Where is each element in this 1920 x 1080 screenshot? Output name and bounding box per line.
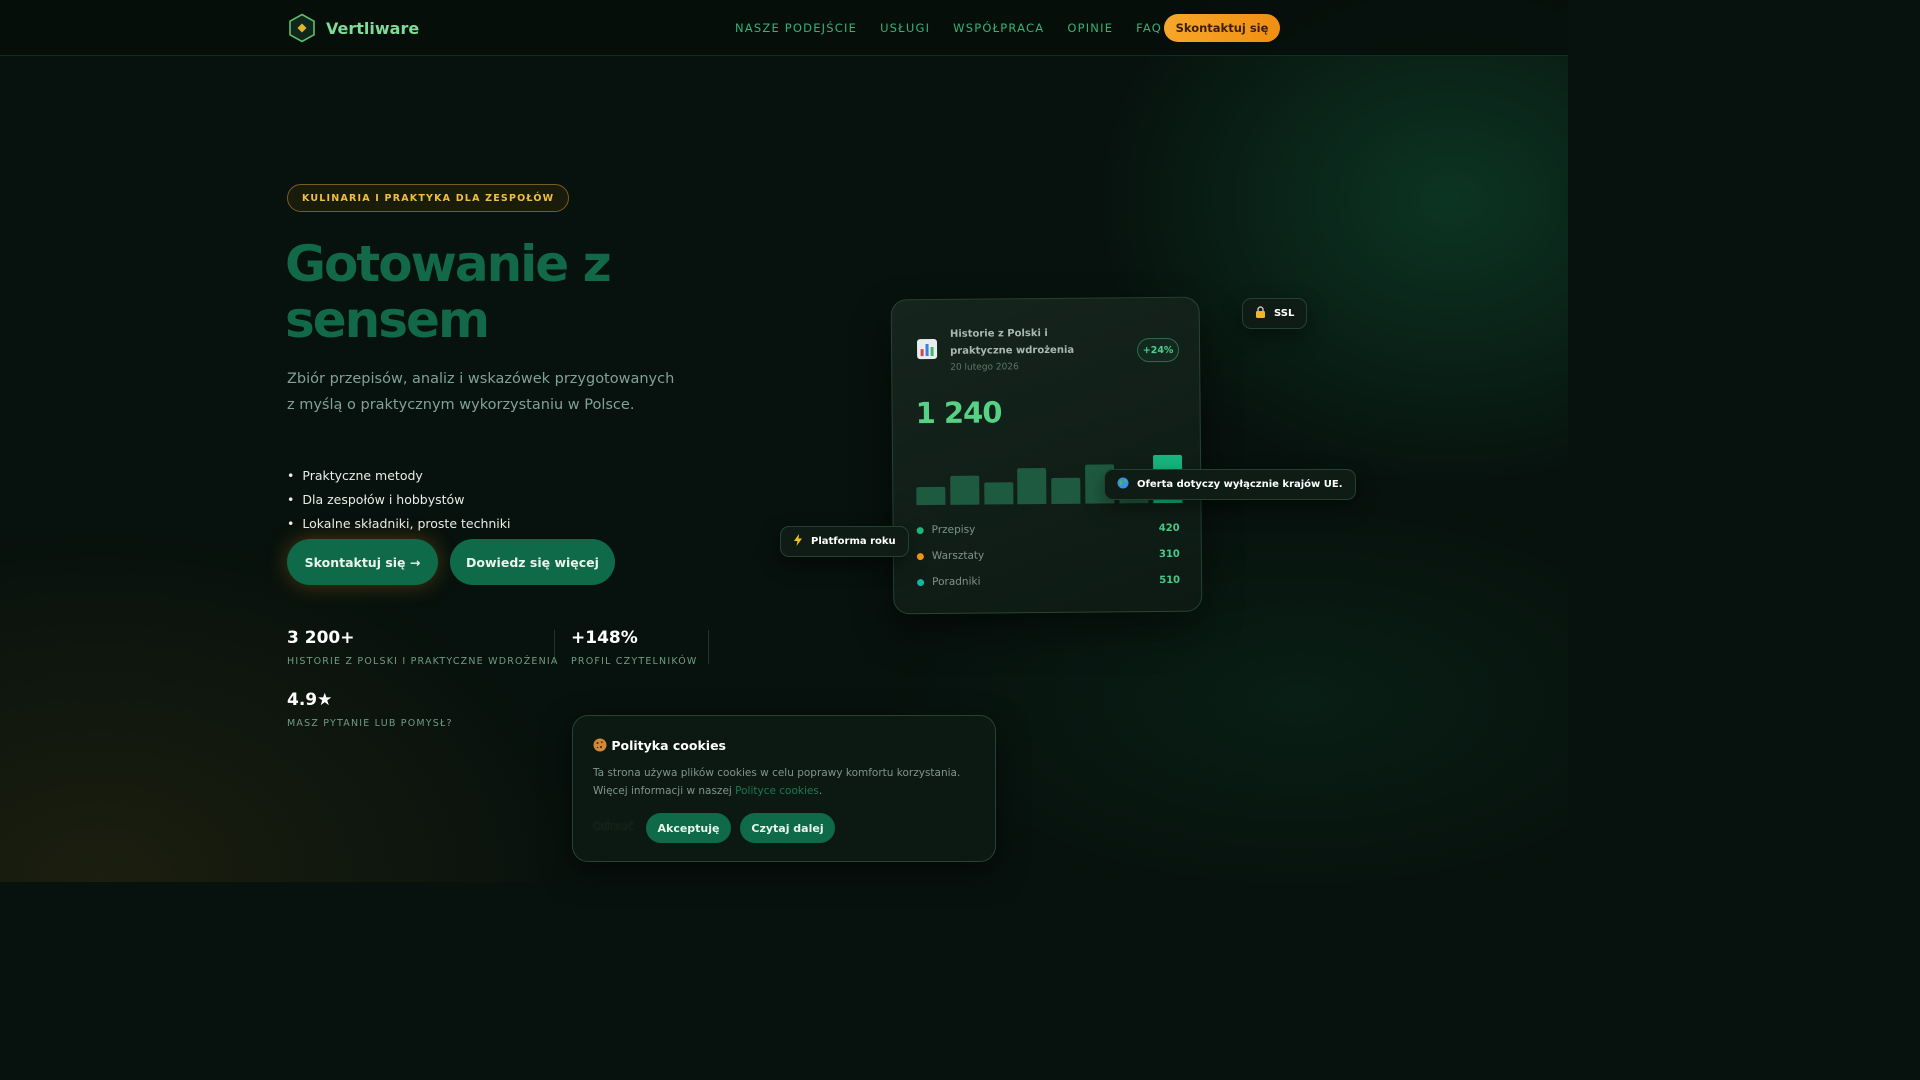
cookie-icon: [593, 738, 611, 753]
card-title: Historie z Polski i praktyczne wdrożenia: [949, 327, 1075, 357]
legend-dot: [916, 552, 924, 560]
cookie-policy-link[interactable]: Polityce cookies: [735, 785, 819, 797]
cookie-reject-button[interactable]: Odrzuć: [593, 819, 634, 833]
stat-label: MASZ PYTANIE LUB POMYSŁ?: [287, 718, 453, 729]
nav-link-reviews[interactable]: OPINIE: [1067, 21, 1113, 35]
legend-row-workshops: Warsztaty 310: [916, 545, 1180, 565]
eu-offer-chip: Oferta dotyczy wyłącznie krajów UE.: [1104, 469, 1356, 500]
hero-title: Gotowanie z sensem: [285, 235, 612, 349]
legend-value: 310: [1158, 548, 1180, 560]
lightning-icon: [793, 534, 803, 549]
hero-subtitle: Zbiór przepisów, analiz i wskazówek przy…: [287, 371, 675, 413]
cookie-title-text: Polityka cookies: [611, 738, 727, 753]
chart-bar: [916, 486, 946, 506]
feature-item: Praktyczne metody: [287, 465, 510, 489]
legend-value: 420: [1158, 522, 1180, 534]
stat-divider: [554, 630, 555, 664]
change-badge: +24%: [1136, 337, 1180, 363]
ssl-label: SSL: [1274, 308, 1295, 319]
stat-value: 4.9★: [287, 690, 333, 710]
stat-readers: +148% PROFIL CZYTELNIKÓW: [571, 628, 698, 667]
stat-rating: 4.9★ MASZ PYTANIE LUB POMYSŁ?: [287, 690, 453, 729]
legend-label: Przepisy: [931, 523, 976, 537]
brand-logo[interactable]: Vertliware: [287, 13, 419, 43]
cookie-banner: Polityka cookies Ta strona używa plików …: [572, 715, 996, 862]
stat-label: PROFIL CZYTELNIKÓW: [571, 656, 698, 667]
chart-bar: [1017, 468, 1047, 505]
feature-item: Dla zespołów i hobbystów: [287, 489, 510, 513]
cookie-text-end: .: [818, 784, 823, 797]
legend-label: Poradniki: [932, 575, 981, 589]
bar-chart-icon: [916, 338, 938, 365]
hero-badge: KULINARIA I PRAKTYKA DLA ZESPOŁÓW: [287, 184, 570, 212]
stat-stories: 3 200+ HISTORIE Z POLSKI I PRAKTYCZNE WD…: [287, 628, 559, 667]
chart-bar: [1051, 477, 1081, 504]
hero-learn-more-button[interactable]: Dowiedz się więcej: [450, 539, 615, 585]
stat-value: 3 200+: [287, 628, 355, 648]
nav-contact-button[interactable]: Skontaktuj się: [1164, 14, 1280, 42]
cookie-title: Polityka cookies: [593, 738, 726, 753]
chart-bar: [983, 482, 1014, 505]
feature-list: Praktyczne metody Dla zespołów i hobbyst…: [287, 465, 510, 537]
stats-card: Historie z Polski i praktyczne wdrożenia…: [890, 296, 1203, 615]
nav-links: NASZE PODEJŚCIE USŁUGI WSPÓŁPRACA OPINIE…: [735, 21, 1162, 35]
hexagon-diamond-icon: [289, 13, 315, 43]
cookie-read-more-button[interactable]: Czytaj dalej: [740, 813, 835, 843]
platform-chip: Platforma roku: [780, 526, 909, 557]
hero-contact-button[interactable]: Skontaktuj się →: [287, 539, 438, 585]
legend-dot: [917, 578, 925, 586]
nav-link-services[interactable]: USŁUGI: [880, 21, 930, 35]
legend-label: Warsztaty: [931, 549, 985, 563]
card-total: 1 240: [915, 395, 1002, 431]
stat-label: HISTORIE Z POLSKI I PRAKTYCZNE WDROŻENIA: [287, 656, 559, 667]
legend-row-recipes: Przepisy 420: [916, 519, 1180, 539]
ssl-chip: SSL: [1242, 298, 1308, 329]
card-date: 20 lutego 2026: [950, 362, 1019, 373]
legend-dot: [916, 526, 924, 534]
cookie-text: Ta strona używa plików cookies w celu po…: [593, 765, 983, 800]
globe-icon: [1117, 477, 1129, 492]
nav-link-faq[interactable]: FAQ: [1136, 21, 1162, 35]
nav-link-approach[interactable]: NASZE PODEJŚCIE: [735, 21, 857, 35]
eu-offer-label: Oferta dotyczy wyłącznie krajów UE.: [1137, 479, 1343, 490]
legend-row-guides: Poradniki 510: [917, 571, 1180, 591]
lock-icon: [1255, 306, 1266, 321]
top-navbar: Vertliware NASZE PODEJŚCIE USŁUGI WSPÓŁP…: [0, 0, 1568, 56]
feature-item: Lokalne składniki, proste techniki: [287, 513, 510, 537]
chart-bar: [949, 475, 980, 505]
legend-value: 510: [1159, 574, 1181, 586]
stat-value: +148%: [571, 628, 638, 648]
platform-label: Platforma roku: [811, 536, 896, 547]
nav-link-cooperation[interactable]: WSPÓŁPRACA: [953, 21, 1044, 35]
cookie-accept-button[interactable]: Akceptuję: [646, 813, 731, 843]
brand-name: Vertliware: [326, 18, 420, 38]
stat-divider: [708, 630, 709, 664]
